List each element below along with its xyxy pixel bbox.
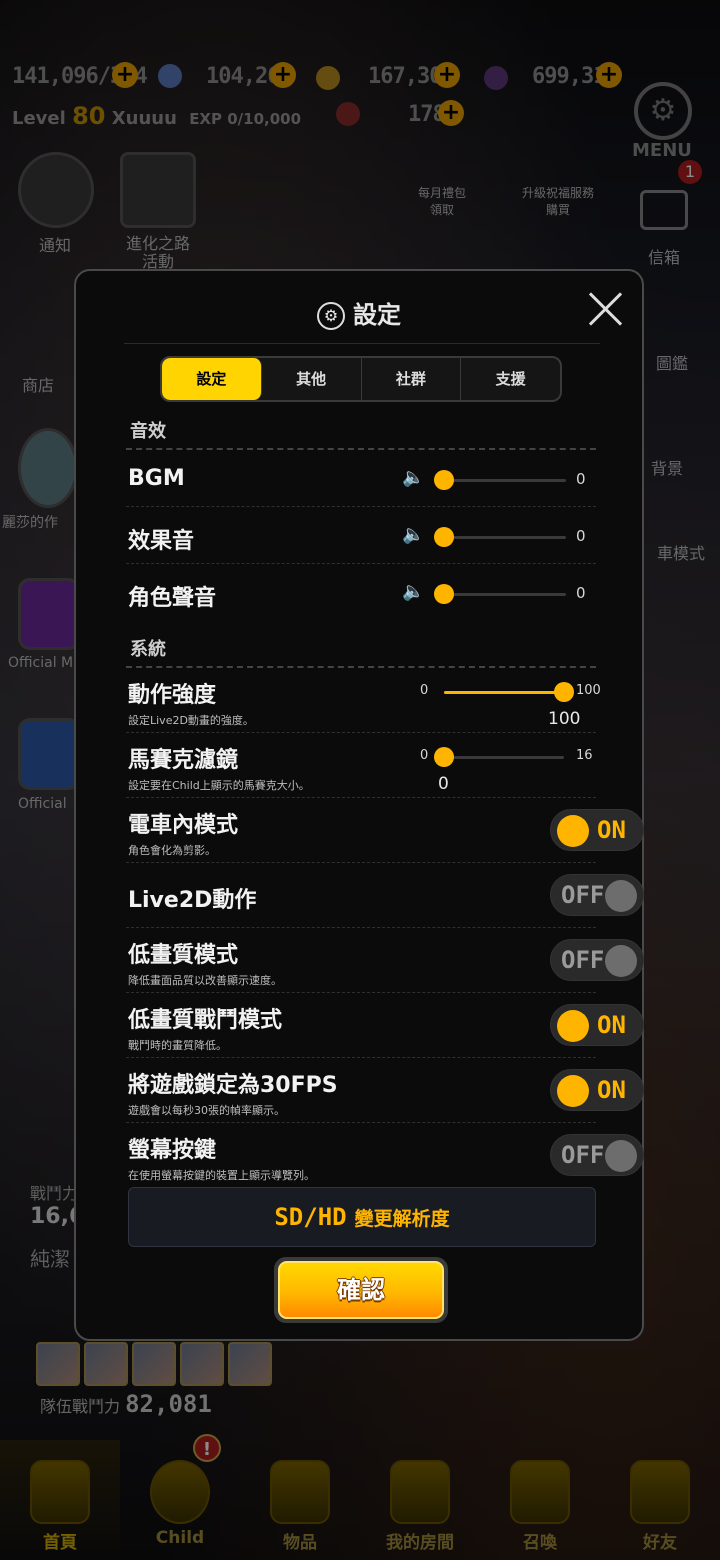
voice-slider[interactable] <box>434 584 566 604</box>
mosaic-label: 馬賽克濾鏡 <box>128 748 239 773</box>
confirm-button[interactable]: 確認 <box>274 1257 448 1323</box>
motion-max: 100 <box>576 683 601 698</box>
motion-label: 動作強度 <box>128 683 217 708</box>
section-divider <box>126 666 596 668</box>
slider-knob[interactable] <box>434 747 454 767</box>
sfx-value: 0 <box>576 527 586 545</box>
low-quality-state: OFF <box>561 946 605 974</box>
mosaic-value: 0 <box>438 774 449 794</box>
train-mode-label: 電車內模式 <box>128 813 239 838</box>
screen-keys-label: 螢幕按鍵 <box>128 1138 217 1163</box>
sfx-row: 效果音 🔈 0 <box>126 508 596 564</box>
screen-keys-row: 螢幕按鍵 在使用螢幕按鍵的裝置上顯示導覽列。 OFF <box>126 1124 644 1184</box>
low-quality-battle-desc: 戰鬥時的畫質降低。 <box>128 1039 227 1052</box>
resolution-prefix: SD/HD <box>274 1203 347 1231</box>
speaker-icon[interactable]: 🔈 <box>402 581 424 602</box>
mosaic-slider[interactable] <box>434 747 564 767</box>
mosaic-min: 0 <box>420 748 429 763</box>
change-resolution-button[interactable]: SD/HD 變更解析度 <box>128 1187 596 1247</box>
settings-dialog: ⚙ 設定 設定 其他 社群 支援 音效 BGM 🔈 0 效果音 🔈 0 角色聲音 … <box>74 269 644 1341</box>
low-quality-label: 低畫質模式 <box>128 943 239 968</box>
sfx-slider[interactable] <box>434 527 566 547</box>
slider-knob[interactable] <box>434 470 454 490</box>
settings-tabs: 設定 其他 社群 支援 <box>160 356 562 402</box>
settings-gear-icon: ⚙ <box>317 302 345 330</box>
slider-knob[interactable] <box>434 527 454 547</box>
mosaic-row: 馬賽克濾鏡 設定要在Child上顯示的馬賽克大小。 0 16 0 <box>126 734 596 798</box>
live2d-state: OFF <box>561 881 605 909</box>
screen-keys-desc: 在使用螢幕按鍵的裝置上顯示導覽列。 <box>128 1169 315 1182</box>
live2d-row: Live2D動作 OFF <box>126 864 644 928</box>
fps30-row: 將遊戲鎖定為30FPS 遊戲會以每秒30張的幀率顯示。 ON <box>126 1059 644 1123</box>
screen-keys-state: OFF <box>561 1141 605 1169</box>
bgm-slider[interactable] <box>434 470 566 490</box>
live2d-toggle[interactable]: OFF <box>550 874 644 916</box>
slider-knob[interactable] <box>434 584 454 604</box>
tab-support[interactable]: 支援 <box>461 358 560 400</box>
low-quality-battle-state: ON <box>597 1011 626 1039</box>
speaker-icon[interactable]: 🔈 <box>402 467 424 488</box>
resolution-text: 變更解析度 <box>354 1208 450 1230</box>
voice-value: 0 <box>576 584 586 602</box>
tab-community[interactable]: 社群 <box>362 358 462 400</box>
bgm-label: BGM <box>128 466 185 491</box>
section-system: 系統 <box>130 639 166 660</box>
motion-row: 動作強度 設定Live2D動畫的強度。 0 100 100 <box>126 669 601 733</box>
dialog-title-text: 設定 <box>353 301 401 329</box>
train-mode-toggle[interactable]: ON <box>550 809 644 851</box>
train-mode-state: ON <box>597 816 626 844</box>
screen-keys-toggle[interactable]: OFF <box>550 1134 644 1176</box>
tab-settings[interactable]: 設定 <box>162 358 262 400</box>
mosaic-desc: 設定要在Child上顯示的馬賽克大小。 <box>128 779 310 792</box>
motion-slider[interactable] <box>444 682 574 702</box>
slider-knob[interactable] <box>554 682 574 702</box>
section-sound: 音效 <box>130 421 166 442</box>
low-quality-desc: 降低畫面品質以改善顯示速度。 <box>128 974 282 987</box>
live2d-label: Live2D動作 <box>128 888 257 913</box>
section-divider <box>126 448 596 450</box>
confirm-label: 確認 <box>278 1261 444 1319</box>
low-quality-row: 低畫質模式 降低畫面品質以改善顯示速度。 OFF <box>126 929 644 993</box>
fps30-state: ON <box>597 1076 626 1104</box>
low-quality-battle-row: 低畫質戰鬥模式 戰鬥時的畫質降低。 ON <box>126 994 644 1058</box>
bgm-value: 0 <box>576 470 586 488</box>
speaker-icon[interactable]: 🔈 <box>402 524 424 545</box>
low-quality-toggle[interactable]: OFF <box>550 939 644 981</box>
fps30-toggle[interactable]: ON <box>550 1069 644 1111</box>
close-icon[interactable] <box>586 289 626 329</box>
voice-label: 角色聲音 <box>128 586 217 611</box>
voice-row: 角色聲音 🔈 0 <box>126 565 596 621</box>
dialog-title: ⚙ 設定 <box>76 295 642 330</box>
title-divider <box>124 343 600 344</box>
train-mode-desc: 角色會化為剪影。 <box>128 844 216 857</box>
bgm-row: BGM 🔈 0 <box>126 451 596 507</box>
low-quality-battle-label: 低畫質戰鬥模式 <box>128 1008 283 1033</box>
motion-value: 100 <box>548 709 581 729</box>
sfx-label: 效果音 <box>128 529 195 554</box>
low-quality-battle-toggle[interactable]: ON <box>550 1004 644 1046</box>
fps30-label: 將遊戲鎖定為30FPS <box>128 1073 338 1098</box>
motion-desc: 設定Live2D動畫的強度。 <box>128 714 254 727</box>
train-mode-row: 電車內模式 角色會化為剪影。 ON <box>126 799 644 863</box>
motion-min: 0 <box>420 683 429 698</box>
mosaic-max: 16 <box>576 748 593 763</box>
tab-other[interactable]: 其他 <box>262 358 362 400</box>
fps30-desc: 遊戲會以每秒30張的幀率顯示。 <box>128 1104 285 1117</box>
